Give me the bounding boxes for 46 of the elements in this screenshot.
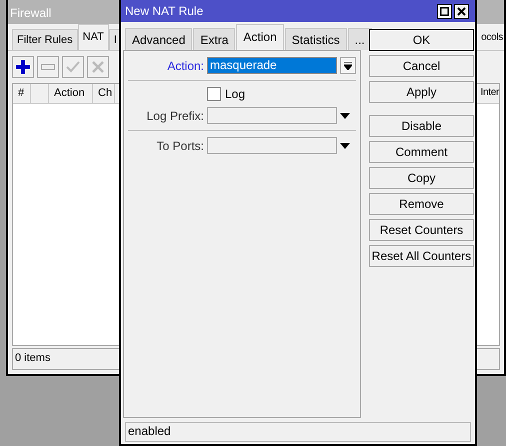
cross-icon xyxy=(92,61,104,73)
dropdown-icon xyxy=(344,62,352,70)
enable-button[interactable] xyxy=(62,56,84,78)
minus-icon xyxy=(41,64,55,70)
tab[interactable]: Action xyxy=(236,24,284,50)
tab[interactable]: NAT xyxy=(78,24,109,50)
tab[interactable]: Filter Rules xyxy=(12,29,78,50)
dropdown-icon xyxy=(340,112,350,118)
maximize-button[interactable] xyxy=(437,4,452,18)
action-select[interactable]: masquerade xyxy=(207,57,337,74)
dialog-button[interactable]: OK xyxy=(369,29,474,51)
field-label: To Ports: xyxy=(156,138,204,152)
disable-button[interactable] xyxy=(87,56,109,78)
input-field[interactable] xyxy=(207,137,337,154)
column-header[interactable]: Action xyxy=(49,84,93,103)
close-icon xyxy=(457,6,466,16)
dialog-button[interactable]: Remove xyxy=(369,193,474,215)
dialog-button[interactable]: Copy xyxy=(369,167,474,189)
add-button[interactable] xyxy=(12,56,34,78)
maximize-icon xyxy=(440,6,449,16)
column-header[interactable]: # xyxy=(13,84,31,103)
tab[interactable]: Advanced xyxy=(125,28,192,50)
window-title: New NAT Rule xyxy=(125,4,204,18)
dialog-button[interactable]: Comment xyxy=(369,141,474,163)
checkbox[interactable] xyxy=(207,87,221,101)
checkbox-label: Log xyxy=(225,87,246,101)
dialog-button[interactable]: Reset All Counters xyxy=(369,245,474,267)
dialog-button[interactable]: Reset Counters xyxy=(369,219,474,241)
tab[interactable]: ocols xyxy=(481,32,503,43)
check-icon xyxy=(66,61,80,73)
field-label: Action: xyxy=(166,58,204,72)
tab[interactable]: ... xyxy=(348,28,372,50)
dialog-button[interactable]: Cancel xyxy=(369,55,474,77)
input-field[interactable] xyxy=(207,107,337,124)
dialog-button[interactable]: Disable xyxy=(369,115,474,137)
dropdown-button[interactable] xyxy=(340,57,356,74)
dropdown-icon xyxy=(340,142,350,148)
column-header[interactable]: Ch xyxy=(93,84,115,103)
dialog-button[interactable]: Apply xyxy=(369,81,474,103)
status-bar: enabled xyxy=(125,422,471,442)
tab[interactable]: Extra xyxy=(193,28,236,50)
close-button[interactable] xyxy=(454,4,469,18)
field-label: Log Prefix: xyxy=(146,108,204,122)
plus-icon xyxy=(16,60,30,74)
column-header[interactable]: Inter xyxy=(480,87,499,98)
tab[interactable]: Statistics xyxy=(284,28,347,50)
